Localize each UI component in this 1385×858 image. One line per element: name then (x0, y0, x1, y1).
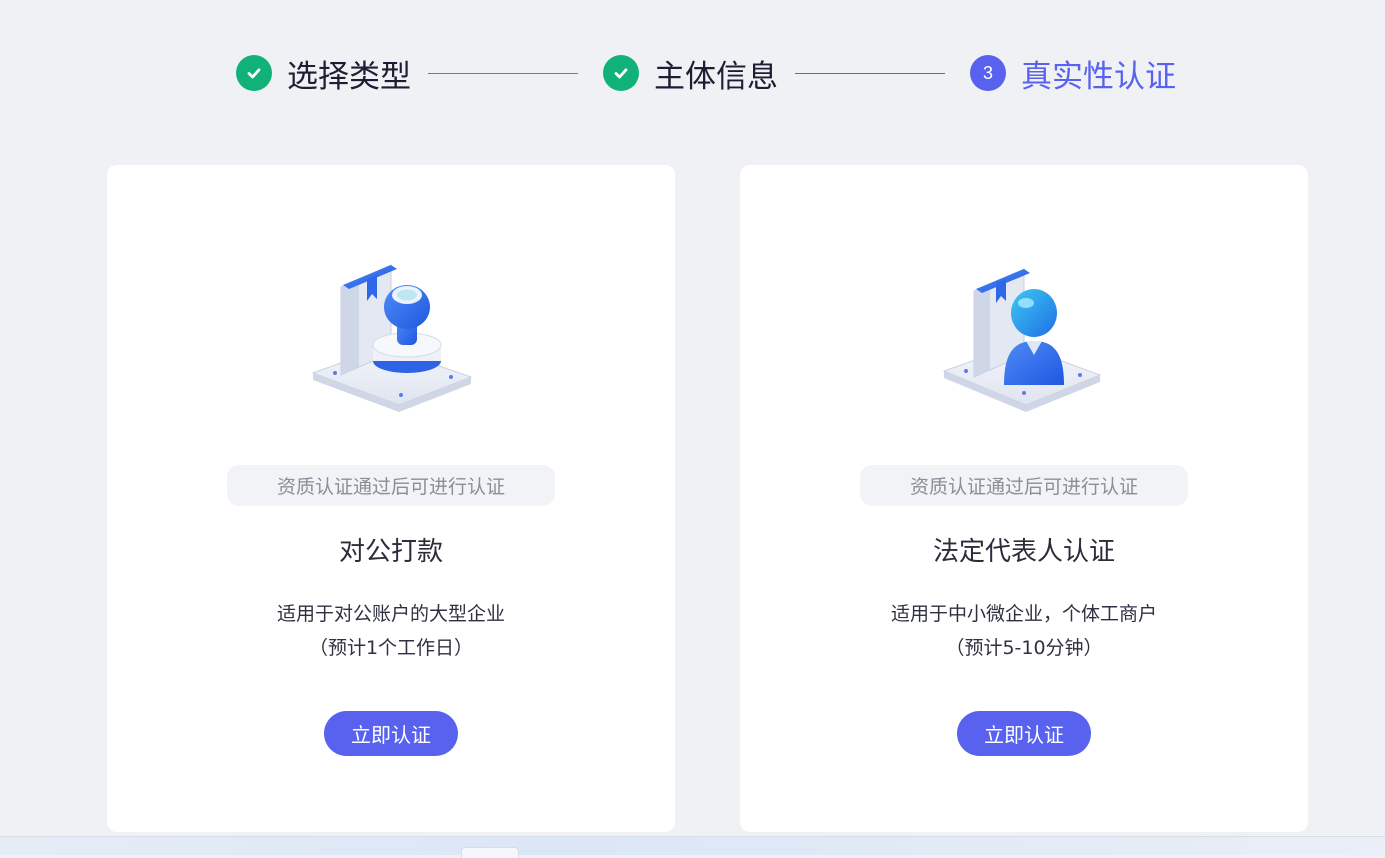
card-desc-line: （预计1个工作日） (308, 637, 474, 659)
verify-now-button[interactable]: 立即认证 (957, 711, 1091, 756)
qualification-notice: 资质认证通过后可进行认证 (227, 465, 555, 506)
card-desc-line: 适用于对公账户的大型企业 (276, 603, 505, 625)
step-connector (428, 73, 578, 74)
card-description: 适用于中小微企业，个体工商户 （预计5-10分钟） (740, 597, 1308, 665)
card-title: 对公打款 (338, 537, 443, 567)
legal-representative-person-icon (934, 255, 1114, 435)
card-desc-line: （预计5-10分钟） (945, 637, 1103, 659)
step-label: 真实性认证 (1021, 58, 1176, 95)
card-legal-representative: 资质认证通过后可进行认证 法定代表人认证 适用于中小微企业，个体工商户 （预计5… (740, 165, 1308, 832)
card-description: 适用于对公账户的大型企业 （预计1个工作日） (107, 597, 675, 665)
check-icon (236, 55, 272, 91)
progress-stepper: 选择类型 主体信息 3 真实性认证 (0, 52, 1385, 95)
step-number: 3 (970, 55, 1006, 91)
verify-now-button[interactable]: 立即认证 (324, 711, 458, 756)
taskbar-tab (461, 847, 519, 858)
step-authenticity: 3 真实性认证 (970, 52, 1176, 95)
company-seal-stamp-icon (301, 255, 481, 435)
step-label: 主体信息 (654, 58, 778, 95)
step-connector (795, 73, 945, 74)
check-icon (603, 55, 639, 91)
step-entity-info: 主体信息 (603, 52, 778, 95)
qualification-notice: 资质认证通过后可进行认证 (860, 465, 1188, 506)
card-title: 法定代表人认证 (932, 537, 1115, 567)
step-label: 选择类型 (287, 58, 411, 95)
card-corporate-transfer: 资质认证通过后可进行认证 对公打款 适用于对公账户的大型企业 （预计1个工作日）… (107, 165, 675, 832)
card-desc-line: 适用于中小微企业，个体工商户 (890, 603, 1157, 625)
step-select-type: 选择类型 (236, 52, 411, 95)
taskbar-edge (0, 836, 1385, 858)
